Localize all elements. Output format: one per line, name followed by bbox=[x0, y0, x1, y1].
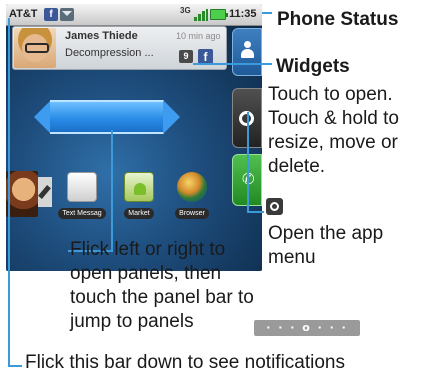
app-menu-mini-icon bbox=[266, 198, 283, 215]
phone-status-label: Phone Status bbox=[277, 9, 399, 30]
app-menu-description: Open the app menu bbox=[268, 223, 384, 268]
panels-description: Flick left or right to open panels, then… bbox=[70, 239, 254, 332]
app-menu-callout-line bbox=[247, 112, 264, 213]
notifications-description: Flick this bar down to see notifications bbox=[25, 352, 345, 373]
panel-indicator: · · · o · · · bbox=[254, 320, 360, 336]
notifications-callout-line bbox=[8, 18, 22, 367]
panels-callout-line bbox=[68, 130, 113, 252]
widgets-description: Touch to open. Touch & hold to resize, m… bbox=[268, 84, 399, 177]
widgets-label: Widgets bbox=[276, 56, 350, 77]
